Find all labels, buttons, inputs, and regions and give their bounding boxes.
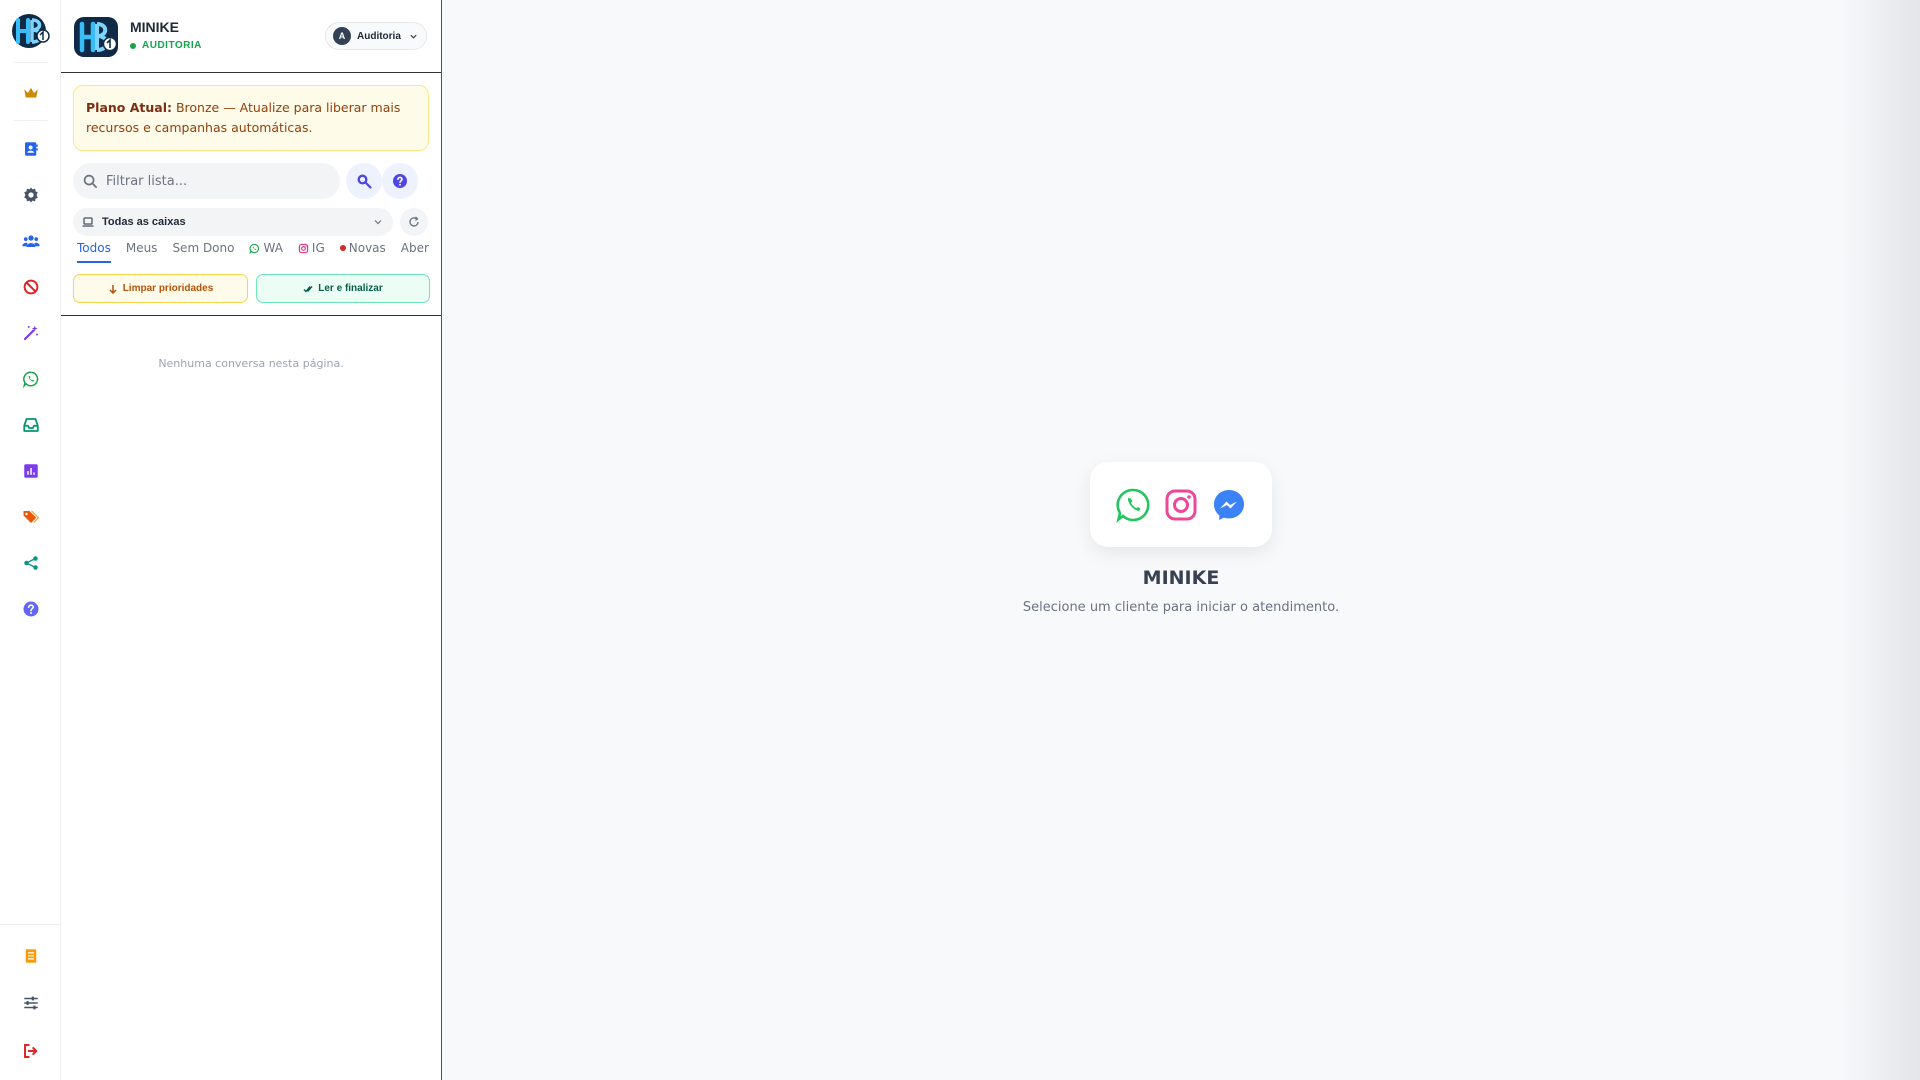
read-and-finish-label: Ler e finalizar bbox=[318, 283, 383, 294]
welcome-subtitle: Selecione um cliente para iniciar o aten… bbox=[1022, 600, 1340, 615]
help-icon bbox=[23, 601, 39, 617]
company-logo bbox=[73, 16, 119, 58]
help-icon bbox=[393, 174, 407, 188]
contact-book-icon bbox=[25, 142, 38, 156]
rail-settings-button[interactable] bbox=[16, 180, 46, 210]
rail-contacts-button[interactable] bbox=[16, 134, 46, 164]
status-label: AUDITORIA bbox=[142, 40, 202, 51]
tab-label: Sem Dono bbox=[172, 241, 235, 255]
tab-label: Abert bbox=[400, 241, 429, 255]
tab-label: Novas bbox=[348, 241, 386, 255]
tab-label: IG bbox=[311, 241, 325, 255]
status-dot-icon bbox=[130, 42, 136, 49]
rail-docs-button[interactable] bbox=[16, 941, 46, 971]
inbox-icon bbox=[23, 418, 39, 432]
inbox-selected-value: Todas as caixas bbox=[102, 216, 186, 228]
tab-label: WA bbox=[263, 241, 283, 255]
user-menu-button[interactable]: A Auditoria bbox=[325, 22, 427, 50]
filter-tabs: Todos Meus Sem Dono WA IG Novas Abert bbox=[77, 241, 429, 267]
search-icon bbox=[83, 174, 98, 188]
tab-sem-dono[interactable]: Sem Dono bbox=[172, 241, 234, 261]
rail-preferences-button[interactable] bbox=[16, 988, 46, 1018]
list-divider bbox=[61, 315, 441, 316]
chevron-down-icon bbox=[374, 220, 382, 225]
sliders-icon bbox=[24, 996, 38, 1010]
user-name: Auditoria bbox=[357, 30, 401, 42]
magic-wand-icon bbox=[23, 325, 38, 341]
rail-reports-button[interactable] bbox=[16, 456, 46, 486]
rail-automation-button[interactable] bbox=[16, 318, 46, 348]
instagram-icon bbox=[1165, 489, 1197, 520]
arrow-down-icon bbox=[109, 284, 117, 294]
hb-logo[interactable] bbox=[10, 12, 50, 50]
rail-team-button[interactable] bbox=[16, 226, 46, 256]
search-input[interactable] bbox=[106, 173, 326, 189]
whatsapp-icon bbox=[1116, 488, 1150, 523]
inbox-select[interactable]: Todas as caixas bbox=[73, 208, 393, 236]
tab-abertas[interactable]: Abert bbox=[401, 241, 429, 261]
tab-novas[interactable]: Novas bbox=[339, 241, 386, 261]
whatsapp-icon bbox=[22, 371, 39, 388]
tab-label: Meus bbox=[125, 241, 158, 255]
avatar: A bbox=[333, 27, 351, 45]
channels-card bbox=[1090, 462, 1272, 547]
rail-inbox-button[interactable] bbox=[16, 410, 46, 440]
welcome-title: MINIKE bbox=[1142, 567, 1220, 589]
rail-help-button[interactable] bbox=[16, 594, 46, 624]
refresh-icon bbox=[409, 216, 419, 227]
read-and-finish-button[interactable]: Ler e finalizar bbox=[256, 274, 430, 303]
empty-list-message: Nenhuma conversa nesta página. bbox=[158, 357, 344, 370]
tab-todos[interactable]: Todos bbox=[77, 241, 111, 263]
crown-icon bbox=[24, 87, 38, 98]
plan-label: Plano Atual: bbox=[86, 100, 172, 115]
tags-icon bbox=[23, 511, 40, 523]
edge-shadow bbox=[1840, 0, 1920, 1080]
block-icon bbox=[23, 279, 39, 295]
refresh-button[interactable] bbox=[400, 208, 428, 236]
double-check-icon bbox=[303, 285, 313, 293]
document-icon bbox=[25, 949, 37, 963]
panel-header: MINIKE AUDITORIA A Auditoria bbox=[61, 0, 441, 73]
advanced-search-button[interactable] bbox=[346, 163, 382, 199]
chevron-down-icon bbox=[410, 34, 417, 39]
users-icon bbox=[22, 235, 40, 247]
new-dot-icon bbox=[339, 245, 346, 251]
tab-label: Todos bbox=[77, 241, 111, 255]
gear-icon bbox=[24, 187, 38, 203]
tab-meus[interactable]: Meus bbox=[126, 241, 158, 261]
chart-icon bbox=[24, 464, 38, 478]
rail-divider bbox=[14, 62, 48, 63]
status-badge: AUDITORIA bbox=[130, 40, 202, 51]
whatsapp-icon bbox=[249, 243, 260, 254]
main-area: MINIKE Selecione um cliente para iniciar… bbox=[442, 0, 1920, 1080]
rail-plan-button[interactable] bbox=[16, 78, 46, 108]
tab-wa[interactable]: WA bbox=[249, 241, 283, 261]
logout-icon bbox=[24, 1044, 38, 1058]
help-button[interactable] bbox=[382, 163, 418, 199]
rail-logout-button[interactable] bbox=[16, 1036, 46, 1066]
rail-blocked-button[interactable] bbox=[16, 272, 46, 302]
rail-divider bbox=[14, 120, 48, 121]
search-box bbox=[73, 163, 340, 199]
rail-whatsapp-button[interactable] bbox=[16, 364, 46, 394]
rail-tags-button[interactable] bbox=[16, 502, 46, 532]
messenger-icon bbox=[1214, 489, 1244, 520]
clear-priorities-button[interactable]: Limpar prioridades bbox=[73, 274, 248, 303]
clear-priorities-label: Limpar prioridades bbox=[122, 283, 214, 294]
instagram-icon bbox=[298, 243, 309, 253]
tab-ig[interactable]: IG bbox=[298, 241, 325, 261]
plan-banner: Plano Atual: Bronze — Atualize para libe… bbox=[73, 85, 429, 151]
company-title: MINIKE bbox=[130, 19, 179, 35]
laptop-icon bbox=[82, 217, 94, 227]
icon-rail bbox=[0, 0, 61, 1080]
conversation-panel: MINIKE AUDITORIA A Auditoria Plano Atual… bbox=[61, 0, 442, 1080]
zoom-search-icon bbox=[357, 174, 372, 189]
rail-divider bbox=[0, 924, 61, 925]
rail-integrations-button[interactable] bbox=[16, 548, 46, 578]
share-icon bbox=[24, 556, 38, 570]
